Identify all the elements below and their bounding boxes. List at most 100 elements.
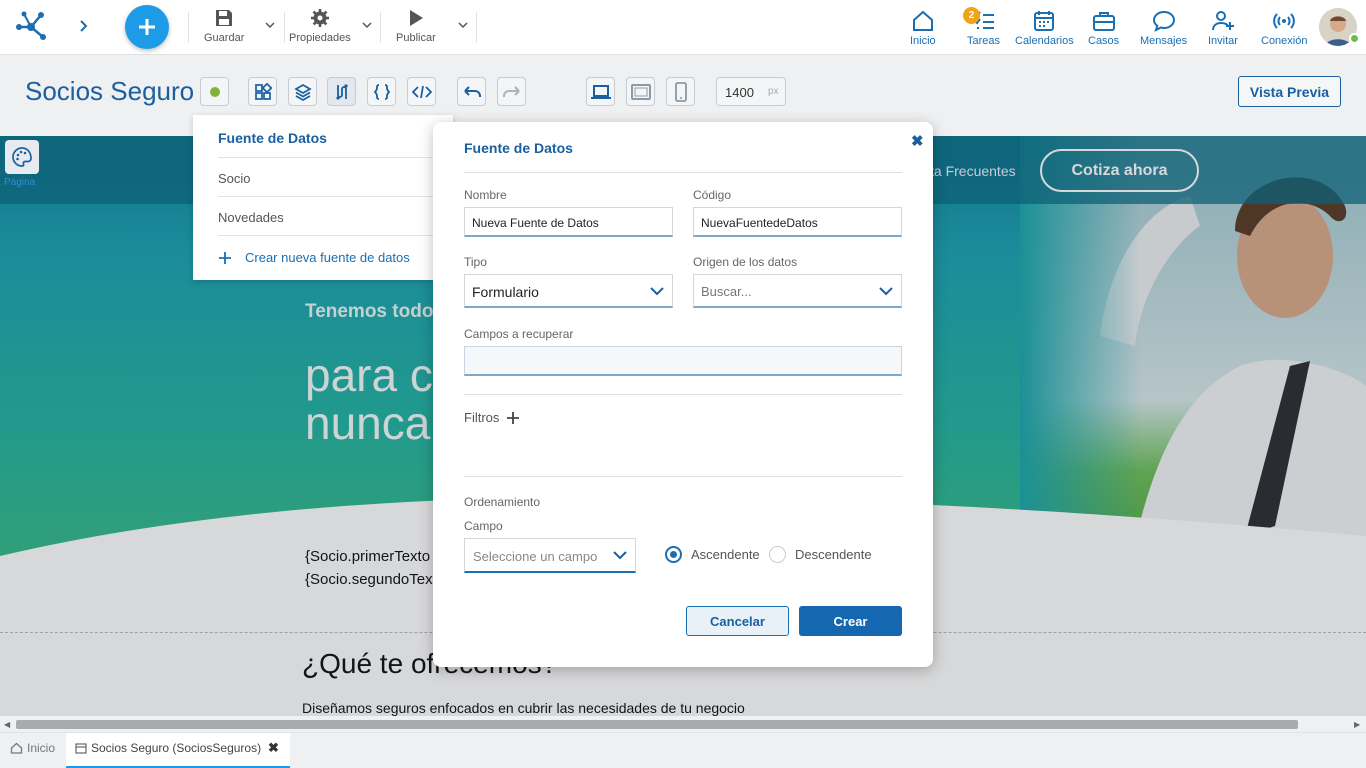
type-select[interactable]: Formulario <box>464 274 673 308</box>
components-button[interactable] <box>248 77 277 106</box>
undo-icon <box>463 85 481 97</box>
origin-select[interactable]: Buscar... <box>693 274 902 308</box>
datasource-dialog: Fuente de Datos ✖ Nombre Nueva Fuente de… <box>433 122 933 667</box>
ordering-label: Ordenamiento <box>464 495 541 509</box>
home-icon <box>912 10 933 31</box>
briefcase-icon <box>1092 12 1115 31</box>
publish-label: Publicar <box>396 32 436 44</box>
mobile-view-button[interactable] <box>666 77 695 106</box>
nav-messages-label: Mensajes <box>1140 35 1188 47</box>
save-label: Guardar <box>204 32 245 44</box>
nav-calendars[interactable]: Calendarios <box>1015 10 1074 47</box>
redo-button[interactable] <box>497 77 526 106</box>
datasource-item-socio[interactable]: Socio <box>218 171 251 186</box>
create-datasource-label: Crear nueva fuente de datos <box>245 250 410 265</box>
desktop-view-button[interactable] <box>586 77 615 106</box>
publish-button[interactable]: Publicar <box>396 8 436 44</box>
status-dot-icon <box>209 86 220 97</box>
nav-home-label: Inicio <box>910 35 936 47</box>
laptop-icon <box>590 84 611 99</box>
chevron-down-icon <box>650 287 664 296</box>
play-icon <box>409 10 423 26</box>
field-label: Campo <box>464 519 503 533</box>
scroll-right-arrow-icon[interactable]: ▶ <box>1354 720 1360 729</box>
order-field-select[interactable]: Seleccione un campo <box>464 538 636 573</box>
horizontal-scrollbar[interactable]: ◀ ▶ <box>0 716 1366 732</box>
tablet-icon <box>630 83 651 100</box>
code-button[interactable] <box>407 77 436 106</box>
top-bar: Guardar Propiedades Publicar Inicio Tare… <box>0 0 1366 55</box>
publish-options-chevron-icon[interactable] <box>457 20 469 30</box>
layers-button[interactable] <box>288 77 317 106</box>
nav-invite[interactable]: Invitar <box>1208 10 1238 47</box>
cancel-button[interactable]: Cancelar <box>686 606 789 636</box>
datasource-button[interactable] <box>327 77 356 106</box>
close-icon[interactable]: ✖ <box>911 132 924 150</box>
filters-label: Filtros <box>464 410 500 425</box>
scrollbar-thumb[interactable] <box>16 720 1298 729</box>
nav-messages[interactable]: Mensajes <box>1140 10 1187 47</box>
tab-document[interactable]: Socios Seguro (SociosSeguros) ✖ <box>66 733 290 768</box>
type-select-value: Formulario <box>472 284 539 300</box>
code-input[interactable]: NuevaFuentedeDatos <box>693 207 902 237</box>
palette-icon <box>12 147 32 167</box>
calendar-icon <box>1034 11 1055 31</box>
nav-cases[interactable]: Casos <box>1088 10 1119 47</box>
nav-calendars-label: Calendarios <box>1015 35 1074 47</box>
descending-radio[interactable]: Descendente <box>769 546 872 563</box>
type-label: Tipo <box>464 255 487 269</box>
page-width-unit: px <box>768 86 779 97</box>
origin-select-placeholder: Buscar... <box>701 284 752 299</box>
datasource-item-novedades[interactable]: Novedades <box>218 210 284 225</box>
nav-home[interactable]: Inicio <box>910 10 936 47</box>
page-styles-button[interactable] <box>5 140 39 174</box>
scroll-left-arrow-icon[interactable]: ◀ <box>4 720 10 729</box>
radio-unselected-icon <box>769 546 786 563</box>
chat-bubble-icon <box>1152 10 1175 32</box>
add-filter-plus-icon[interactable] <box>506 411 520 425</box>
close-tab-icon[interactable]: ✖ <box>268 740 279 756</box>
fields-input[interactable] <box>464 346 902 376</box>
home-icon <box>10 742 23 754</box>
name-label: Nombre <box>464 188 507 202</box>
properties-options-chevron-icon[interactable] <box>361 20 373 30</box>
variables-button[interactable] <box>367 77 396 106</box>
save-button[interactable]: Guardar <box>204 8 244 44</box>
preview-button[interactable]: Vista Previa <box>1238 76 1341 107</box>
save-options-chevron-icon[interactable] <box>264 20 276 30</box>
radio-selected-icon <box>665 546 682 563</box>
page-title: Socios Seguro <box>25 76 195 106</box>
phone-icon <box>674 81 687 102</box>
datasource-menu-title: Fuente de Datos <box>218 130 327 146</box>
properties-button[interactable]: Propiedades <box>289 8 351 44</box>
tablet-view-button[interactable] <box>626 77 655 106</box>
add-button[interactable] <box>125 5 169 49</box>
nav-connection[interactable]: Conexión <box>1261 10 1307 47</box>
order-field-placeholder: Seleccione un campo <box>473 549 598 564</box>
signal-icon <box>1273 13 1296 29</box>
save-disk-icon <box>216 10 233 26</box>
tab-home-label: Inicio <box>27 741 56 755</box>
undo-button[interactable] <box>457 77 486 106</box>
app-logo-icon[interactable] <box>14 10 48 44</box>
nav-cases-label: Casos <box>1088 35 1120 47</box>
gear-icon <box>310 9 329 27</box>
redo-icon <box>502 85 520 97</box>
expand-chevron-icon[interactable] <box>74 17 92 35</box>
ascending-radio[interactable]: Ascendente <box>665 546 760 563</box>
status-button[interactable] <box>200 77 229 106</box>
add-user-icon <box>1211 11 1234 31</box>
code-icon <box>411 85 432 98</box>
bottom-tab-bar: Inicio Socios Seguro (SociosSeguros) ✖ <box>0 732 1366 768</box>
nav-invite-label: Invitar <box>1208 35 1238 47</box>
properties-label: Propiedades <box>289 32 351 44</box>
create-datasource-link[interactable]: Crear nueva fuente de datos <box>218 250 410 265</box>
descending-label: Descendente <box>795 547 872 562</box>
tab-home[interactable]: Inicio <box>10 741 55 755</box>
chevron-down-icon <box>879 287 893 296</box>
create-button[interactable]: Crear <box>799 606 902 636</box>
dialog-title: Fuente de Datos <box>464 140 573 156</box>
datasource-icon <box>335 83 348 100</box>
name-input[interactable]: Nueva Fuente de Datos <box>464 207 673 237</box>
filters-section: Filtros <box>464 410 520 425</box>
